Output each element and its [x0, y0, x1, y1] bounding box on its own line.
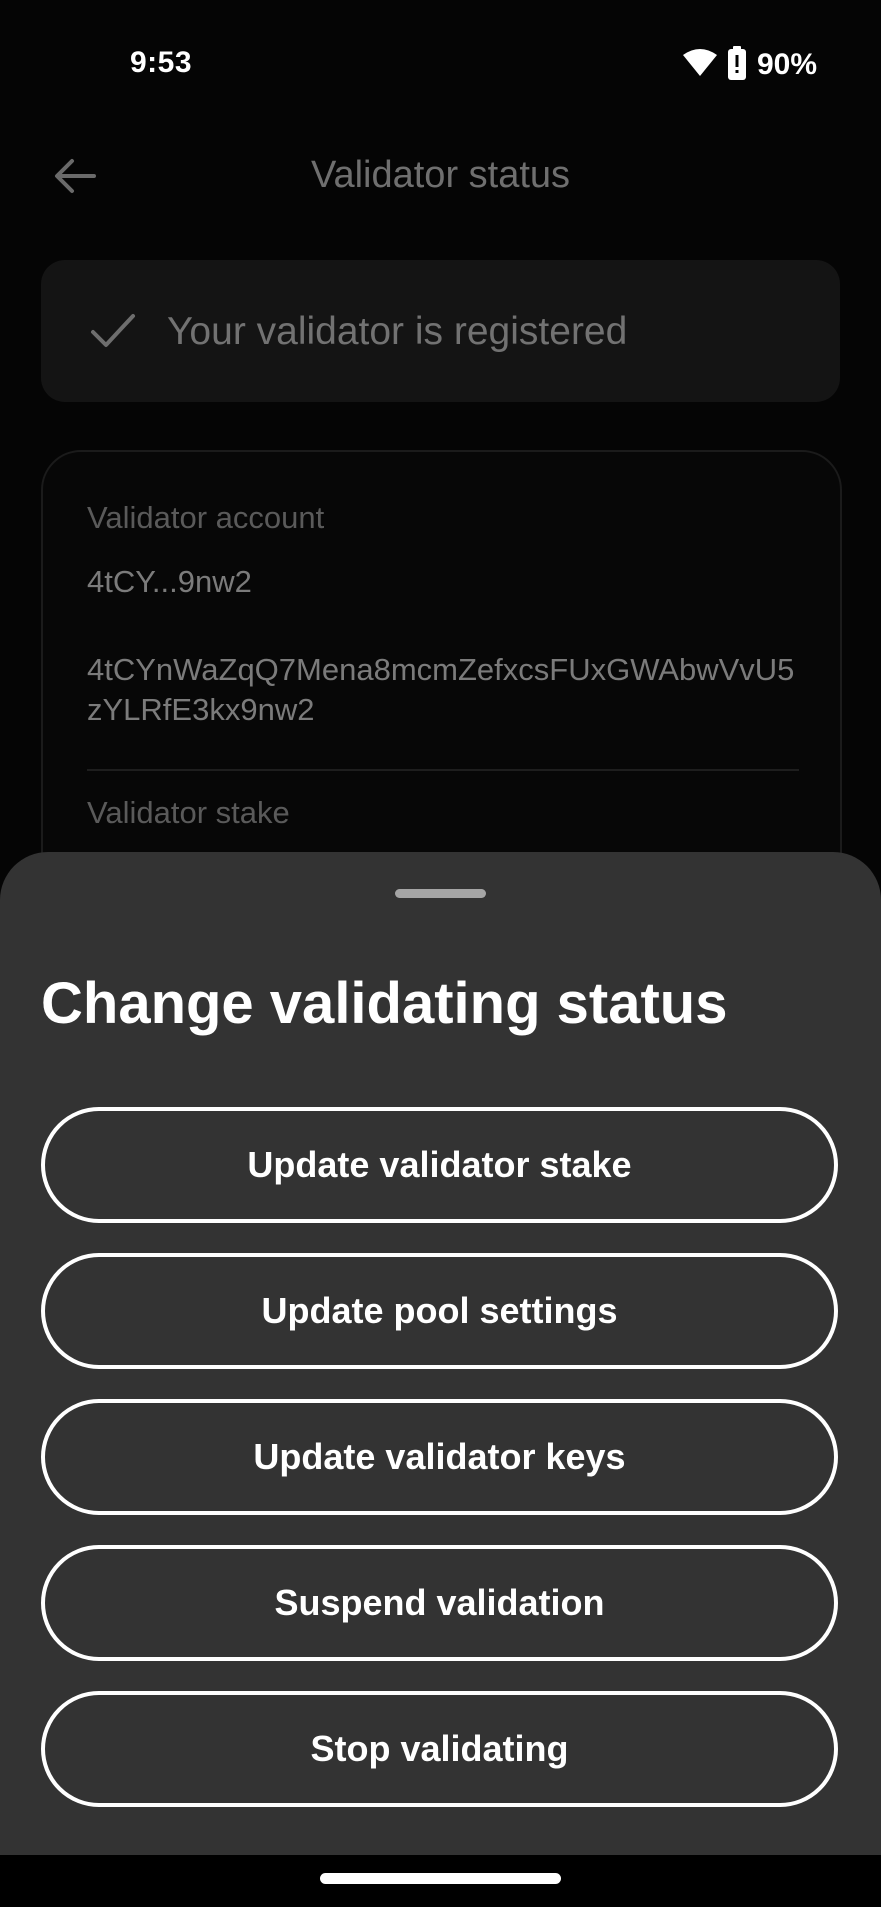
validator-account-short[interactable]: 4tCY...9nw2	[87, 564, 252, 600]
battery-percent: 90%	[756, 48, 817, 81]
suspend-validation-button[interactable]: Suspend validation	[41, 1545, 838, 1661]
page-title: Validator status	[310, 154, 571, 196]
validator-account-full[interactable]: 4tCYnWaZqQ7Mena8mcmZefxcsFUxGWAbwVvU5zYL…	[87, 650, 807, 730]
update-pool-settings-button[interactable]: Update pool settings	[41, 1253, 838, 1369]
divider	[87, 769, 799, 771]
screen: 9:53 90% Validator status Your validator…	[0, 0, 881, 1907]
home-indicator[interactable]	[320, 1873, 561, 1884]
wifi-icon	[682, 48, 717, 82]
app-bar: Validator status	[0, 134, 881, 220]
validator-account-label: Validator account	[87, 500, 325, 535]
update-validator-stake-button[interactable]: Update validator stake	[41, 1107, 838, 1223]
registration-banner: Your validator is registered	[41, 260, 840, 402]
drag-handle[interactable]	[395, 889, 486, 898]
check-icon	[89, 308, 137, 354]
stop-validating-button[interactable]: Stop validating	[41, 1691, 838, 1807]
navigation-bar	[0, 1855, 881, 1907]
validator-stake-label: Validator stake	[87, 795, 290, 830]
bottom-sheet: Change validating status Update validato…	[0, 852, 881, 1855]
status-time: 9:53	[130, 46, 193, 79]
status-icons: 90%	[682, 45, 817, 85]
battery-icon	[727, 45, 747, 85]
update-validator-keys-button[interactable]: Update validator keys	[41, 1399, 838, 1515]
status-bar: 9:53 90%	[0, 0, 881, 134]
sheet-title: Change validating status	[41, 971, 728, 1036]
registration-status-text: Your validator is registered	[167, 310, 628, 353]
